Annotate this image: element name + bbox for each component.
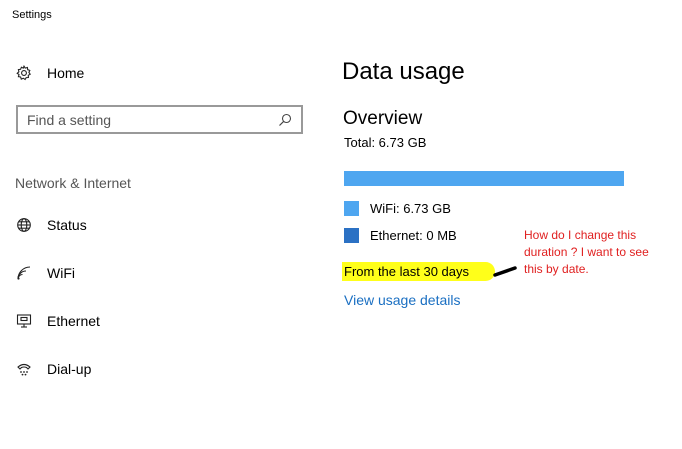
gear-icon <box>15 64 33 82</box>
globe-icon <box>15 216 33 234</box>
usage-bar <box>344 171 624 186</box>
settings-window: Settings Home Network & Internet <box>0 0 682 449</box>
search-icon[interactable] <box>273 108 297 132</box>
usage-period: From the last 30 days <box>342 262 495 281</box>
usage-bar-wifi-fill <box>344 171 624 186</box>
legend-label-ethernet: Ethernet: 0 MB <box>370 227 457 243</box>
annotation-text: How do I change this duration ? I want t… <box>524 228 649 276</box>
sidebar-item-status[interactable]: Status <box>15 214 87 236</box>
legend-ethernet: Ethernet: 0 MB <box>344 226 457 244</box>
nav-home-label: Home <box>47 65 85 81</box>
sidebar-item-wifi[interactable]: WiFi <box>15 262 75 284</box>
search-box[interactable] <box>16 105 303 134</box>
legend-swatch-ethernet <box>344 227 359 243</box>
sidebar-item-label: WiFi <box>47 265 75 281</box>
window-title: Settings <box>12 9 52 21</box>
wifi-icon <box>15 264 33 282</box>
total-usage: Total: 6.73 GB <box>344 135 427 150</box>
legend-swatch-wifi <box>344 200 359 216</box>
legend-wifi: WiFi: 6.73 GB <box>344 199 451 217</box>
dialup-icon <box>15 360 33 378</box>
sidebar-item-label: Ethernet <box>47 313 100 329</box>
marker-stroke <box>493 266 517 277</box>
legend-label-wifi: WiFi: 6.73 GB <box>370 200 451 216</box>
view-usage-details-link[interactable]: View usage details <box>344 292 460 308</box>
nav-home[interactable]: Home <box>15 62 84 84</box>
search-input[interactable] <box>18 107 273 132</box>
sidebar-item-label: Dial-up <box>47 361 92 377</box>
sidebar-item-ethernet[interactable]: Ethernet <box>15 310 100 332</box>
section-title: Network & Internet <box>15 175 131 191</box>
overview-heading: Overview <box>343 108 423 129</box>
sidebar-item-label: Status <box>47 217 87 233</box>
page-title: Data usage <box>342 58 465 85</box>
sidebar-item-dialup[interactable]: Dial-up <box>15 358 91 380</box>
ethernet-icon <box>15 312 33 330</box>
